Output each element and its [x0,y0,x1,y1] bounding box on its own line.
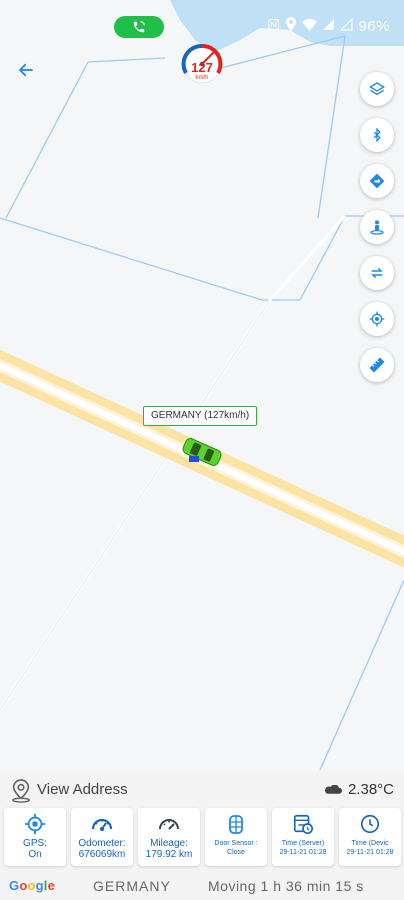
time-server-icon [293,814,313,834]
mileage-label: Mileage: 179.92 km [145,838,193,860]
speedometer: 127 km/h [178,40,226,88]
bluetooth-icon [373,127,381,143]
directions-icon [369,173,385,189]
call-indicator[interactable] [114,16,164,38]
back-arrow-icon [19,63,33,77]
odometer-card[interactable]: Odometer: 676069km [71,808,133,866]
mileage-icon [159,819,179,830]
info-cards: GPS: On Odometer: 676069km Mileage: 179.92 … [4,808,401,866]
google-logo: Google [9,878,56,893]
wifi-icon [302,18,318,35]
country-text: GERMANY [93,878,171,894]
speed-unit: km/h [195,75,209,81]
back-button[interactable] [12,56,40,84]
time-device-label: Time (Devic 29-11-21 01:28 [346,840,394,856]
temperature: 2.38°C [347,781,394,798]
vehicle-label[interactable]: GERMANY (127km/h) [143,406,258,426]
time-device-card[interactable]: Time (Devic 29-11-21 01:28 [339,808,401,866]
directions-button[interactable] [360,164,394,198]
mileage-card[interactable]: Mileage: 179.92 km [138,808,200,866]
street-view-button[interactable] [360,210,394,244]
door-sensor-label: Door Sensor : Close [214,840,258,856]
location-icon [285,17,297,35]
weather-cloud-icon [325,784,342,794]
vehicle-car-icon[interactable] [180,436,224,468]
layers-icon [369,82,385,96]
street-view-icon [370,220,384,235]
speed-value: 127 [191,60,213,75]
swap-icon [371,267,383,279]
nfc-icon [267,18,280,35]
my-location-icon [369,311,385,327]
phone-call-icon [133,21,145,33]
door-sensor-card[interactable]: Door Sensor : Close [205,808,267,866]
swap-button[interactable] [360,256,394,290]
signal-icon [322,18,335,35]
address-row[interactable]: View Address 2.38°C [0,772,404,806]
location-pin-icon [10,779,32,808]
signal-icon [340,17,353,35]
door-sensor-icon [229,815,243,834]
status-icons: 96% [267,17,390,35]
gps-icon [24,813,46,835]
gps-label: GPS: On [23,838,47,860]
layers-button[interactable] [360,72,394,106]
ruler-button[interactable] [360,348,394,382]
battery-level: 96% [358,17,390,35]
weather: 2.38°C [324,781,394,798]
bluetooth-button[interactable] [360,118,394,152]
time-server-card[interactable]: Time (Server) 29-11-21 01:28 [272,808,334,866]
gps-card[interactable]: GPS: On [4,808,66,866]
odometer-icon [91,818,113,831]
time-server-label: Time (Server) 29-11-21 01:28 [279,840,327,856]
moving-status: Moving 1 h 36 min 15 s [208,878,364,894]
view-address-link[interactable]: View Address [37,781,128,798]
my-location-button[interactable] [360,302,394,336]
ruler-icon [369,357,385,373]
time-device-icon [360,814,380,834]
odometer-label: Odometer: 676069km [78,838,126,860]
